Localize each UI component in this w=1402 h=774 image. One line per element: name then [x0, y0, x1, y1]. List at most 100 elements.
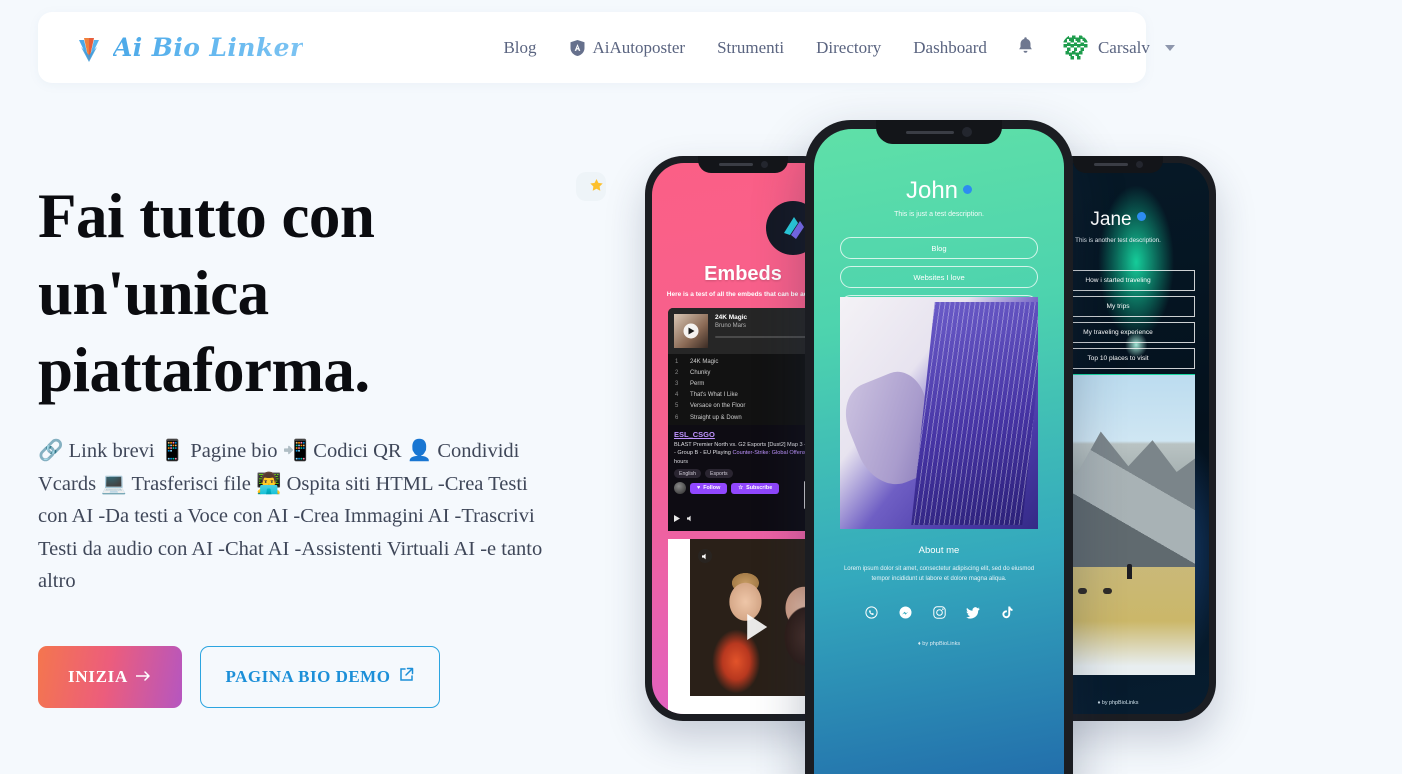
- john-link-button-blog[interactable]: Blog: [840, 237, 1038, 259]
- hero-description: 🔗 Link brevi 📱 Pagine bio 📲 Codici QR 👤 …: [38, 440, 543, 592]
- nav-item-dashboard[interactable]: Dashboard: [897, 32, 1003, 64]
- twitch-desc-line3-prefix: Playing: [712, 450, 733, 457]
- front-camera: [760, 161, 768, 168]
- john-photo: [840, 297, 1038, 529]
- front-camera: [1135, 161, 1143, 168]
- earpiece-speaker: [718, 163, 753, 166]
- whatsapp-icon[interactable]: [864, 605, 879, 620]
- main-navigation: Blog AiAutoposter Strumenti Directory Da…: [487, 32, 1002, 64]
- jane-link-label: How i started traveling: [1085, 277, 1151, 284]
- twitch-follow-button[interactable]: ♥ Follow: [690, 482, 728, 494]
- play-icon[interactable]: [683, 323, 699, 339]
- user-name: Carsalv: [1097, 37, 1150, 57]
- john-description: This is just a test description.: [894, 211, 984, 218]
- john-credit: ♦ by phpBioLinks: [814, 641, 1064, 647]
- site-header: Ai Bio Linker Blog AiAutoposter Strument…: [38, 12, 1175, 83]
- play-icon[interactable]: [747, 613, 768, 640]
- about-me-text: Lorem ipsum dolor sit amet, consectetur …: [843, 566, 1035, 582]
- nav-item-blog[interactable]: Blog: [487, 32, 552, 64]
- phone-notch: [876, 120, 1002, 144]
- album-art: [674, 314, 708, 348]
- nav-label-aiautoposter: AiAutoposter: [592, 37, 686, 57]
- jane-link-label: My traveling experience: [1083, 329, 1153, 336]
- john-name-text: John: [905, 177, 959, 204]
- hero-buttons: INIZIA PAGINA BIO DEMO: [38, 646, 440, 708]
- volume-icon[interactable]: [687, 509, 694, 527]
- twitch-game-link[interactable]: Counter-Strike: Global Offensive: [732, 450, 812, 456]
- track-name: Chunky: [690, 369, 711, 376]
- jane-link-label: My trips: [1106, 303, 1130, 310]
- nav-item-directory[interactable]: Directory: [800, 32, 897, 64]
- track-name: That's What I Like: [690, 392, 738, 399]
- nav-label-strumenti: Strumenti: [717, 37, 785, 57]
- track-name: 24K Magic: [690, 358, 719, 365]
- chevron-down-icon: [1164, 44, 1175, 51]
- twitch-avatar: [674, 482, 686, 495]
- play-icon[interactable]: [674, 509, 680, 527]
- john-link-label: Blog: [931, 243, 947, 253]
- twitter-icon[interactable]: [966, 605, 981, 620]
- notification-bell-button[interactable]: [1003, 30, 1048, 66]
- earpiece-speaker: [1093, 163, 1128, 166]
- john-credit-text: by phpBioLinks: [922, 641, 961, 647]
- pagina-bio-demo-button[interactable]: PAGINA BIO DEMO: [200, 646, 440, 708]
- phone-notch: [1073, 156, 1163, 173]
- twitch-subscribe-button[interactable]: ☆ Subscribe: [731, 482, 780, 494]
- track-number: 6: [675, 414, 679, 421]
- verified-badge-icon: [1136, 212, 1146, 221]
- phone-mockup-center: John This is just a test description. Bl…: [805, 120, 1073, 774]
- track-number: 1: [675, 358, 679, 365]
- brand-fan-logo-icon: [72, 31, 106, 65]
- header-actions: Carsalv: [1003, 28, 1185, 67]
- tiktok-icon[interactable]: [1000, 605, 1015, 620]
- logo-glyph: ♦: [1097, 700, 1101, 706]
- track-number: 4: [675, 392, 679, 399]
- john-bio-page: John This is just a test description. Bl…: [814, 129, 1064, 774]
- nav-item-aiautoposter[interactable]: AiAutoposter: [553, 32, 702, 64]
- arrow-right-icon: [135, 667, 152, 687]
- track-number: 2: [675, 369, 679, 376]
- twitch-tag[interactable]: Esports: [705, 469, 733, 479]
- john-link-button-websites[interactable]: Websites I love: [840, 266, 1038, 288]
- twitch-desc-line1: BLAST Premier North vs. G2 Esports [Dust…: [674, 442, 807, 448]
- avatar: [1061, 34, 1089, 61]
- hiker-figure: [1127, 564, 1133, 579]
- john-link-label: Websites I love: [913, 272, 965, 282]
- track-number: 3: [675, 380, 679, 387]
- jane-credit-text: by phpBioLinks: [1101, 700, 1139, 706]
- phone-mockups: Embeds Here is a test of all the embeds …: [620, 120, 1260, 774]
- nav-label-dashboard: Dashboard: [913, 37, 987, 57]
- notification-bell-icon: [1017, 36, 1034, 60]
- brand-name: Ai Bio Linker: [113, 33, 304, 62]
- nav-label-directory: Directory: [816, 37, 882, 57]
- messenger-icon[interactable]: [898, 605, 913, 620]
- dog-figure: [1077, 588, 1087, 594]
- follow-label: Follow: [703, 485, 721, 492]
- phone-notch: [698, 156, 788, 173]
- track-name: Perm: [690, 380, 705, 387]
- star-badge: [576, 172, 606, 201]
- embeds-subtitle: Here is a test of all the embeds that ca…: [666, 291, 820, 298]
- inizia-label: INIZIA: [68, 667, 128, 686]
- earpiece-speaker: [906, 130, 954, 134]
- nav-label-blog: Blog: [503, 37, 537, 57]
- dog-figure: [1102, 588, 1112, 594]
- user-menu[interactable]: Carsalv: [1052, 28, 1185, 67]
- mute-icon[interactable]: [698, 549, 712, 563]
- twitch-tag[interactable]: English: [674, 469, 702, 479]
- page-title: Fai tutto con un'unica piattaforma.: [38, 181, 375, 405]
- pagina-bio-demo-label: PAGINA BIO DEMO: [225, 667, 391, 686]
- jane-name-text: Jane: [1090, 209, 1132, 230]
- ai-shield-icon: [569, 39, 586, 57]
- external-link-icon: [399, 667, 414, 687]
- subscribe-label: Subscribe: [746, 485, 773, 492]
- nav-item-strumenti[interactable]: Strumenti: [701, 32, 800, 64]
- star-icon: [589, 178, 604, 198]
- inizia-button[interactable]: INIZIA: [38, 646, 182, 708]
- jane-link-label: Top 10 places to visit: [1087, 355, 1149, 362]
- instagram-icon[interactable]: [932, 605, 947, 620]
- brand-logo[interactable]: Ai Bio Linker: [72, 31, 303, 65]
- hero-section: Fai tutto con un'unica piattaforma. 🔗 Li…: [38, 178, 558, 708]
- track-number: 5: [675, 403, 679, 410]
- logo-glyph: ♦: [917, 641, 921, 647]
